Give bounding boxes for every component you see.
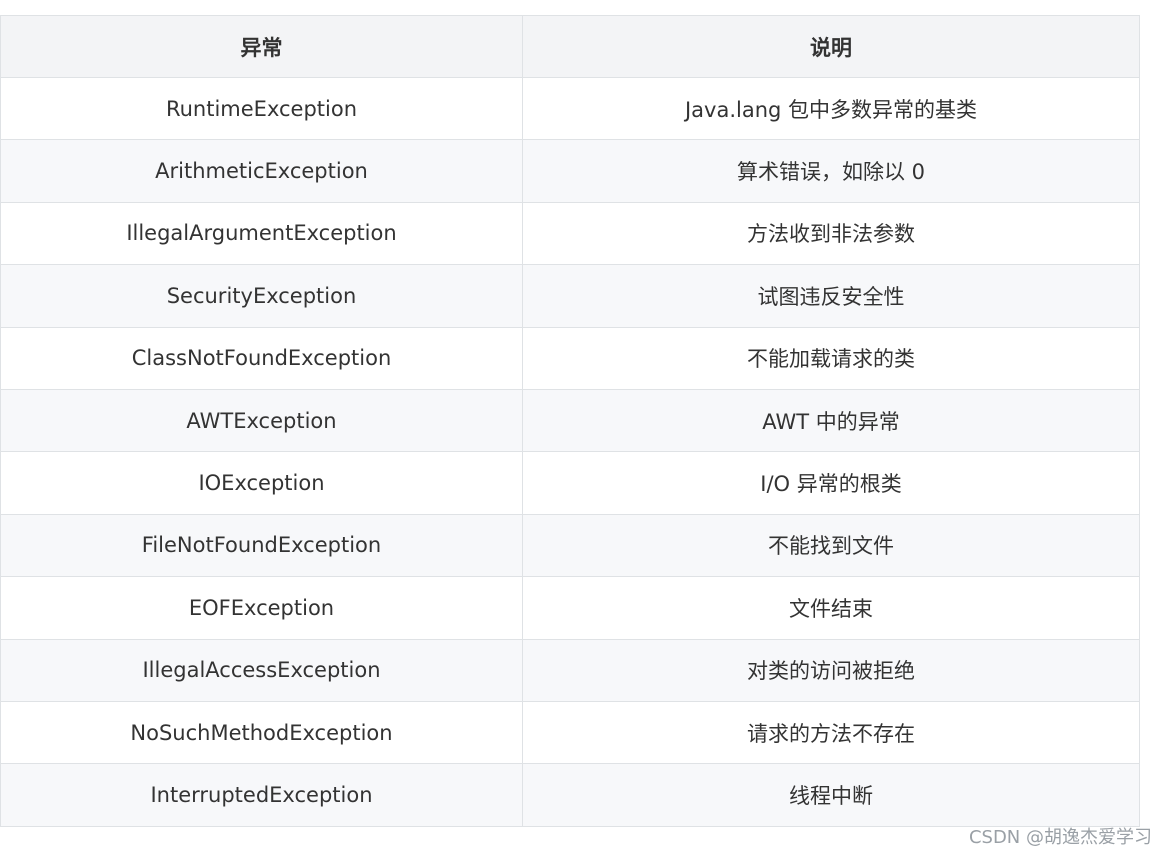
exception-name-cell: IllegalArgumentException [0,201,523,266]
table-row: ArithmeticException 算术错误，如除以 0 [0,139,1140,203]
table-row: IOException I/O 异常的根类 [0,451,1140,515]
exception-name-cell: SecurityException [0,264,523,328]
exception-description-cell: 对类的访问被拒绝 [522,638,1140,702]
exception-table: 异常 说明 RuntimeException Java.lang 包中多数异常的… [0,15,1140,827]
csdn-watermark: CSDN @胡逸杰爱学习 [968,827,1152,848]
exception-name-cell: RuntimeException [0,76,523,141]
table-row: RuntimeException Java.lang 包中多数异常的基类 [0,76,1140,141]
exception-description-cell: AWT 中的异常 [522,388,1140,453]
exception-name-cell: ClassNotFoundException [0,326,523,390]
table-row: AWTException AWT 中的异常 [0,388,1140,453]
table-row: FileNotFoundException 不能找到文件 [0,513,1140,578]
exception-description-cell: 算术错误，如除以 0 [522,139,1140,203]
exception-name-cell: AWTException [0,388,523,453]
exception-description-cell: 方法收到非法参数 [522,201,1140,266]
exception-description-cell: 不能找到文件 [522,513,1140,578]
table-row: ClassNotFoundException 不能加载请求的类 [0,326,1140,390]
exception-name-cell: EOFException [0,576,523,640]
header-description: 说明 [522,15,1140,78]
table-header-row: 异常 说明 [0,15,1140,78]
table-row: EOFException 文件结束 [0,576,1140,640]
exception-description-cell: I/O 异常的根类 [522,451,1140,515]
exception-description-cell: 请求的方法不存在 [522,700,1140,765]
exception-description-cell: 文件结束 [522,576,1140,640]
table-row: IllegalArgumentException 方法收到非法参数 [0,201,1140,266]
exception-name-cell: InterruptedException [0,763,523,827]
table-row: InterruptedException 线程中断 [0,763,1140,827]
exception-name-cell: IllegalAccessException [0,638,523,702]
exception-name-cell: ArithmeticException [0,139,523,203]
exception-description-cell: 试图违反安全性 [522,264,1140,328]
table-row: IllegalAccessException 对类的访问被拒绝 [0,638,1140,702]
header-exception: 异常 [0,15,523,78]
table-row: NoSuchMethodException 请求的方法不存在 [0,700,1140,765]
exception-description-cell: Java.lang 包中多数异常的基类 [522,76,1140,141]
exception-description-cell: 线程中断 [522,763,1140,827]
exception-name-cell: IOException [0,451,523,515]
table-row: SecurityException 试图违反安全性 [0,264,1140,328]
exception-name-cell: NoSuchMethodException [0,700,523,765]
exception-description-cell: 不能加载请求的类 [522,326,1140,390]
exception-name-cell: FileNotFoundException [0,513,523,578]
exception-table-container: 异常 说明 RuntimeException Java.lang 包中多数异常的… [0,15,1140,827]
